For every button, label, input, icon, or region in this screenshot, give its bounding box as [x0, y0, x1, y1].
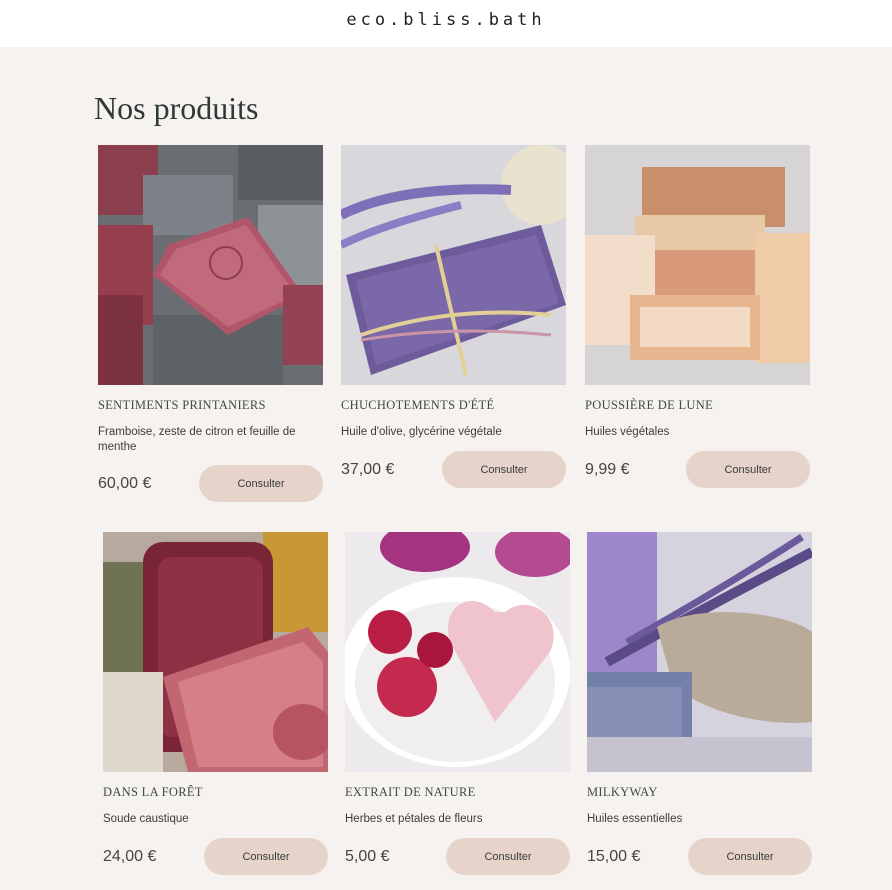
- product-card: Sentiments printaniers Framboise, zeste …: [98, 145, 323, 502]
- product-card: Milkyway Huiles essentielles 15,00 € Con…: [587, 532, 812, 875]
- product-description: Huiles végétales: [585, 426, 670, 438]
- product-card: Poussière de lune Huiles végétales 9,99 …: [585, 145, 810, 488]
- product-name: Extrait de nature: [345, 785, 476, 799]
- product-card: Chuchotements d'été Huile d'olive, glycé…: [341, 145, 566, 488]
- consult-button[interactable]: Consulter: [686, 451, 810, 488]
- product-image[interactable]: [341, 145, 566, 385]
- consult-button[interactable]: Consulter: [442, 451, 566, 488]
- product-description: Herbes et pétales de fleurs: [345, 813, 483, 825]
- page-title: Nos produits: [94, 90, 259, 126]
- consult-button[interactable]: Consulter: [446, 838, 570, 875]
- site-header: eco.bliss.bath: [0, 0, 892, 47]
- product-description: Huiles essentielles: [587, 813, 683, 825]
- product-name: Chuchotements d'été: [341, 398, 495, 412]
- product-card: Dans la forêt Soude caustique 24,00 € Co…: [103, 532, 328, 875]
- product-price: 5,00 €: [345, 848, 390, 865]
- product-description: Soude caustique: [103, 813, 189, 825]
- consult-button[interactable]: Consulter: [688, 838, 812, 875]
- product-price: 60,00 €: [98, 475, 152, 492]
- product-card: Extrait de nature Herbes et pétales de f…: [345, 532, 570, 875]
- product-name: Milkyway: [587, 785, 658, 799]
- product-price: 15,00 €: [587, 848, 641, 865]
- product-price: 24,00 €: [103, 848, 157, 865]
- product-description: Huile d'olive, glycérine végétale: [341, 426, 502, 438]
- product-image[interactable]: [585, 145, 810, 385]
- product-name: Poussière de lune: [585, 398, 714, 412]
- site-logo[interactable]: eco.bliss.bath: [0, 10, 892, 30]
- product-description: Framboise, zeste de citron et feuille de…: [98, 426, 296, 453]
- product-image[interactable]: [98, 145, 323, 385]
- product-image[interactable]: [103, 532, 328, 772]
- product-image[interactable]: [345, 532, 570, 772]
- product-price: 37,00 €: [341, 461, 395, 478]
- product-name: Dans la forêt: [103, 785, 203, 799]
- consult-button[interactable]: Consulter: [199, 465, 323, 502]
- product-name: Sentiments printaniers: [98, 398, 266, 412]
- product-price: 9,99 €: [585, 461, 630, 478]
- consult-button[interactable]: Consulter: [204, 838, 328, 875]
- product-image[interactable]: [587, 532, 812, 772]
